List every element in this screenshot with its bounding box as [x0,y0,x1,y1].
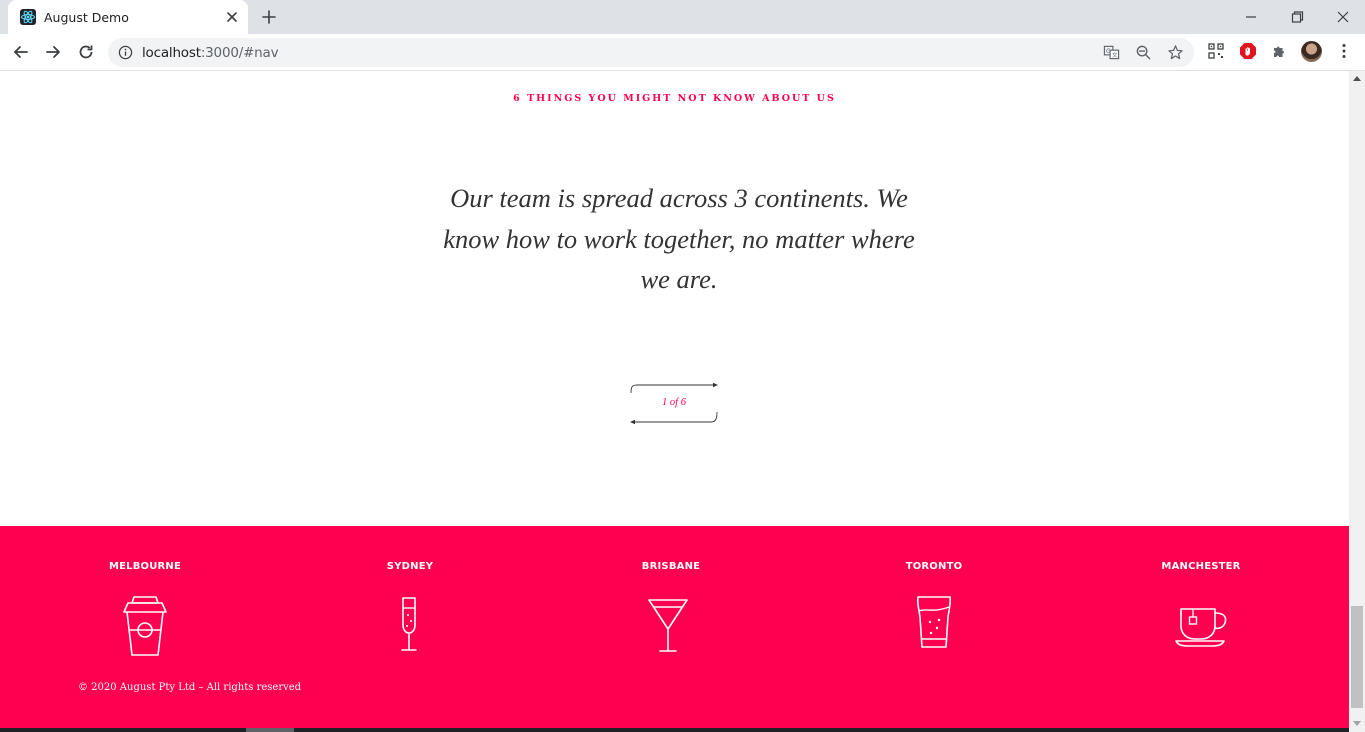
site-footer: MELBOURNE SYDNEY BRISBANE TORONTO MANCHE… [0,526,1349,732]
city-name-manchester: MANCHESTER [1161,561,1241,572]
react-favicon [20,9,36,25]
close-window-icon[interactable] [1331,5,1355,29]
copyright-text: © 2020 August Pty Ltd – All rights reser… [78,682,302,693]
quote-line: we are. [640,264,718,294]
browser-tab[interactable]: August Demo [8,0,248,34]
taskbar-edge [0,728,1349,732]
scroll-thumb[interactable] [1351,606,1363,708]
tea-cup-icon [1175,608,1227,647]
quote-line: know how to work together, no matter whe… [443,223,915,254]
qr-icon[interactable] [1207,42,1225,60]
city-name-toronto: TORONTO [905,561,963,572]
address-bar[interactable]: localhost:3000/#nav G 文 [108,38,1194,67]
scroll-up-arrow[interactable] [1353,76,1361,81]
city-name-brisbane: BRISBANE [641,561,701,572]
city-name-melbourne: MELBOURNE [108,561,182,572]
testimonial-quote: Our team is spread across 3 continents. … [424,178,934,300]
star-icon[interactable] [1167,44,1184,61]
coffee-cup-icon [123,596,167,656]
svg-text:G: G [1106,48,1111,55]
avatar[interactable] [1301,41,1322,62]
taskbar-segment [246,728,294,732]
puzzle-icon[interactable] [1271,42,1289,60]
restore-icon[interactable] [1285,5,1309,29]
scroll-down-arrow[interactable] [1353,721,1361,726]
page-scrollbar[interactable] [1349,71,1365,732]
close-icon[interactable] [224,9,240,25]
svg-text:文: 文 [1112,51,1118,59]
reload-icon[interactable] [76,42,96,62]
url-text[interactable]: localhost:3000/#nav [142,45,279,61]
adblock-icon[interactable] [1239,42,1257,60]
back-icon[interactable] [11,42,31,62]
slide-pager: 1 of 6 [629,381,721,427]
section-eyebrow: 6 THINGS YOU MIGHT NOT KNOW ABOUT US [513,93,836,104]
martini-glass-icon [648,599,688,652]
quote-line: Our team is spread across 3 continents. … [450,183,908,213]
url-host: localhost [142,45,201,61]
tab-strip: August Demo [0,0,1365,34]
tab-title: August Demo [44,10,129,25]
next-arrow-icon[interactable] [630,382,718,394]
champagne-glass-icon [401,597,417,651]
page-viewport: 6 THINGS YOU MIGHT NOT KNOW ABOUT US Our… [0,71,1349,732]
url-path: :3000/#nav [200,45,279,61]
pager-label: 1 of 6 [662,397,686,408]
prev-arrow-icon[interactable] [630,411,718,425]
translate-icon[interactable]: G 文 [1103,44,1120,61]
beer-glass-icon [916,596,952,648]
info-icon[interactable] [118,45,133,60]
plus-icon[interactable] [261,9,277,25]
zoom-out-icon[interactable] [1135,44,1152,61]
minimize-icon[interactable] [1239,5,1263,29]
browser-toolbar: localhost:3000/#nav G 文 [0,34,1365,71]
forward-icon[interactable] [43,42,63,62]
kebab-menu-icon[interactable] [1335,42,1353,60]
city-name-sydney: SYDNEY [386,561,434,572]
